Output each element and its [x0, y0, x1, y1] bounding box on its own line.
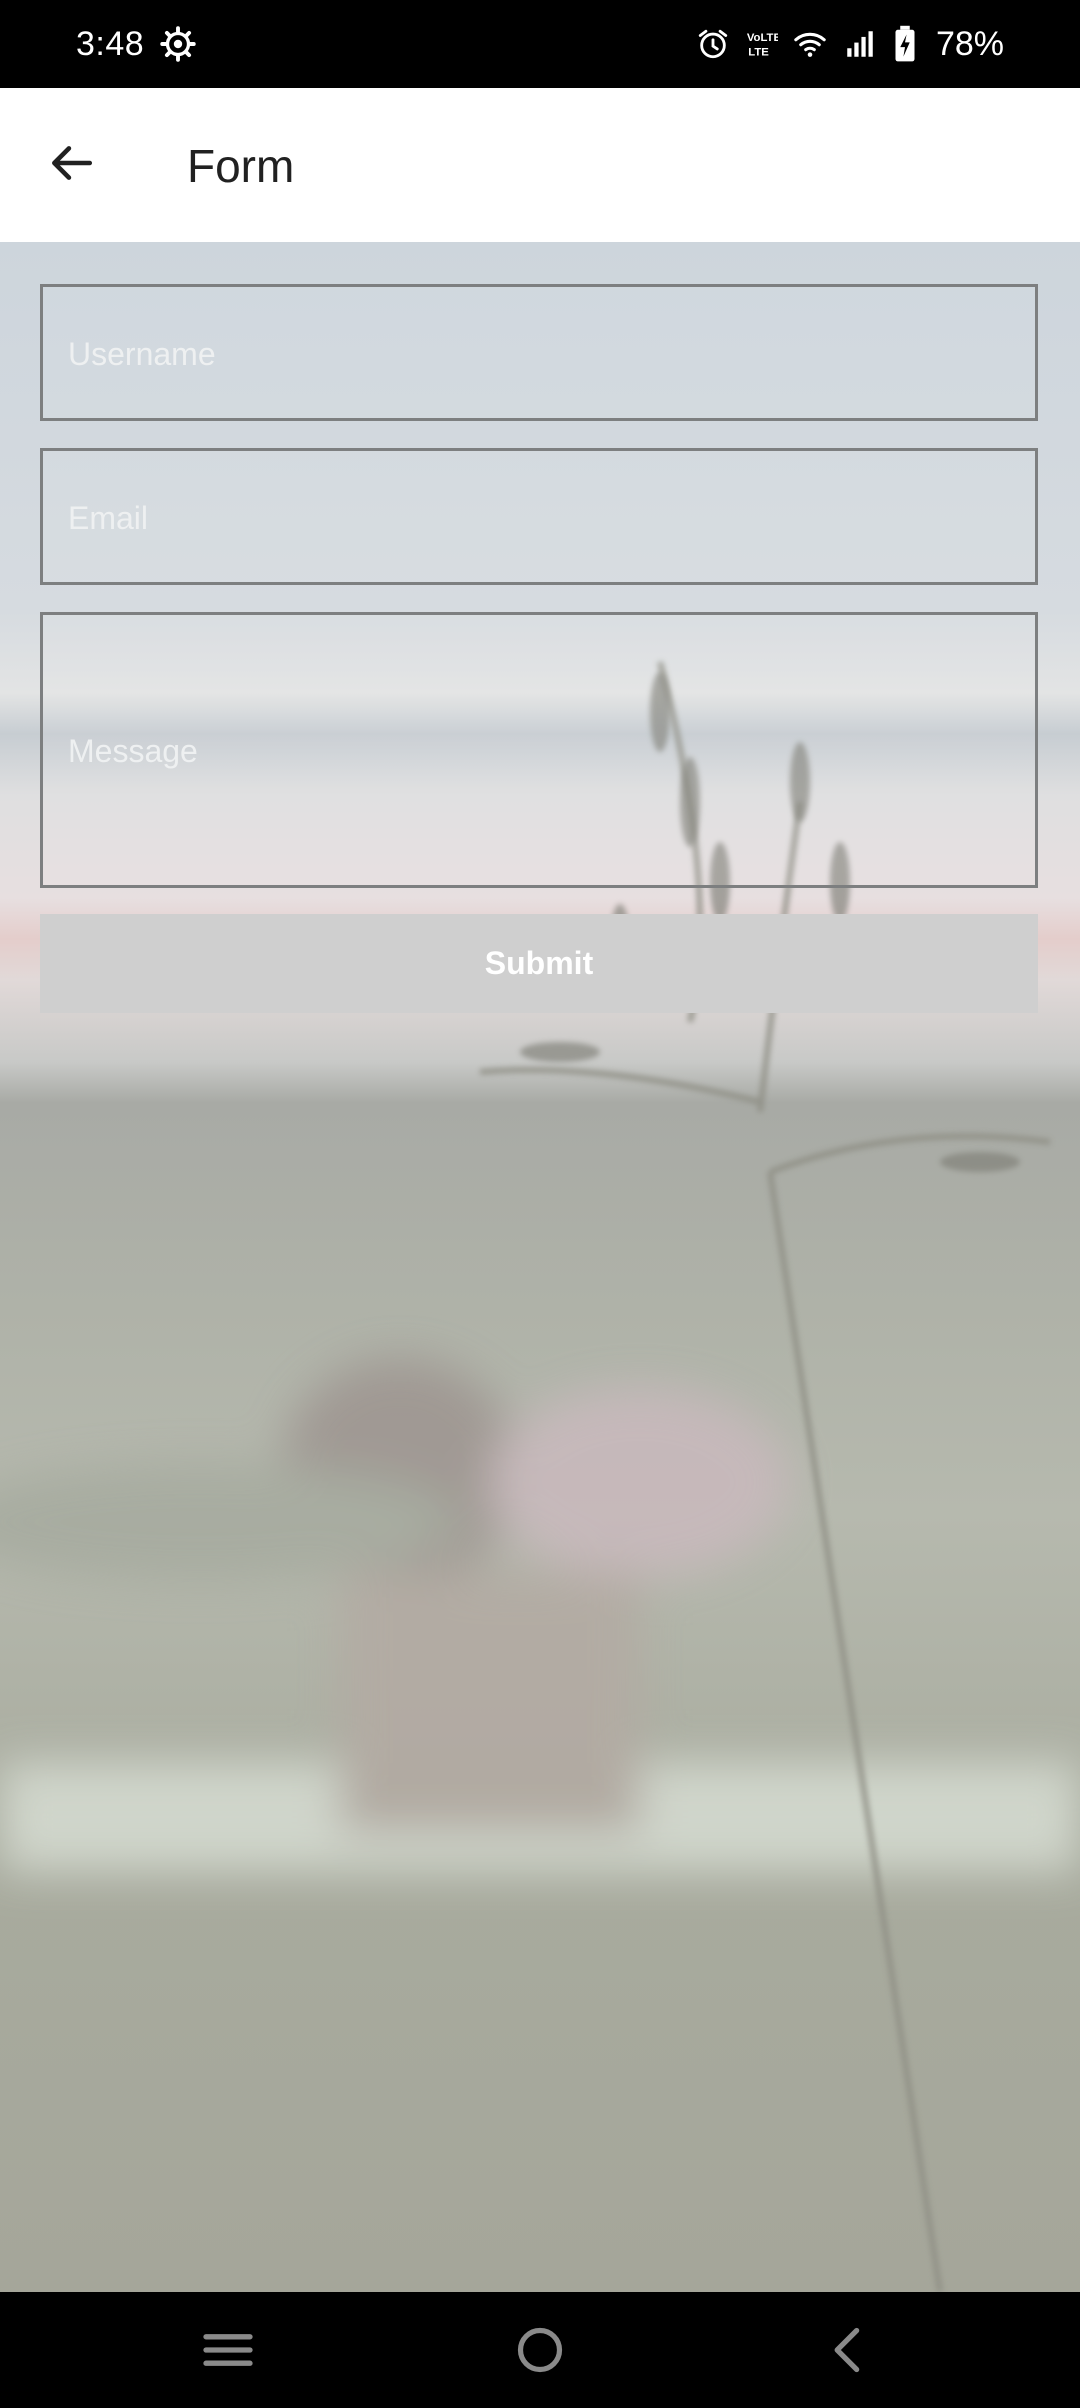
battery-charging-icon [892, 25, 932, 63]
back-icon[interactable] [818, 2320, 878, 2380]
app-bar: Form [0, 88, 1080, 242]
email-input[interactable]: Email [40, 448, 1038, 585]
status-icons: VoLTE LTE 78% [696, 22, 1004, 66]
status-bar: 3:48 VoLTE LTE 78% [0, 0, 1080, 88]
navigation-bar [0, 2292, 1080, 2408]
back-button[interactable] [30, 124, 112, 206]
username-placeholder: Username [68, 336, 216, 372]
svg-text:LTE: LTE [748, 46, 769, 58]
status-time: 3:48 [76, 25, 145, 63]
page-title: Form [187, 140, 295, 192]
submit-button[interactable]: Submit [40, 914, 1038, 1013]
arrow-left-icon [46, 138, 96, 193]
email-placeholder: Email [68, 500, 149, 536]
wifi-icon [792, 27, 842, 61]
alarm-icon [696, 27, 744, 61]
battery-percent: 78% [935, 25, 1004, 63]
volte-icon: VoLTE LTE [744, 27, 792, 61]
home-icon[interactable] [510, 2320, 570, 2380]
svg-text:VoLTE: VoLTE [747, 32, 778, 44]
signal-icon [842, 27, 892, 61]
message-placeholder: Message [68, 733, 198, 769]
message-input[interactable]: Message [40, 612, 1038, 888]
form-content: Username Email Message Submit [0, 242, 1080, 2292]
username-input[interactable]: Username [40, 284, 1038, 421]
gear-icon [160, 26, 196, 62]
menu-icon[interactable] [198, 2320, 258, 2380]
